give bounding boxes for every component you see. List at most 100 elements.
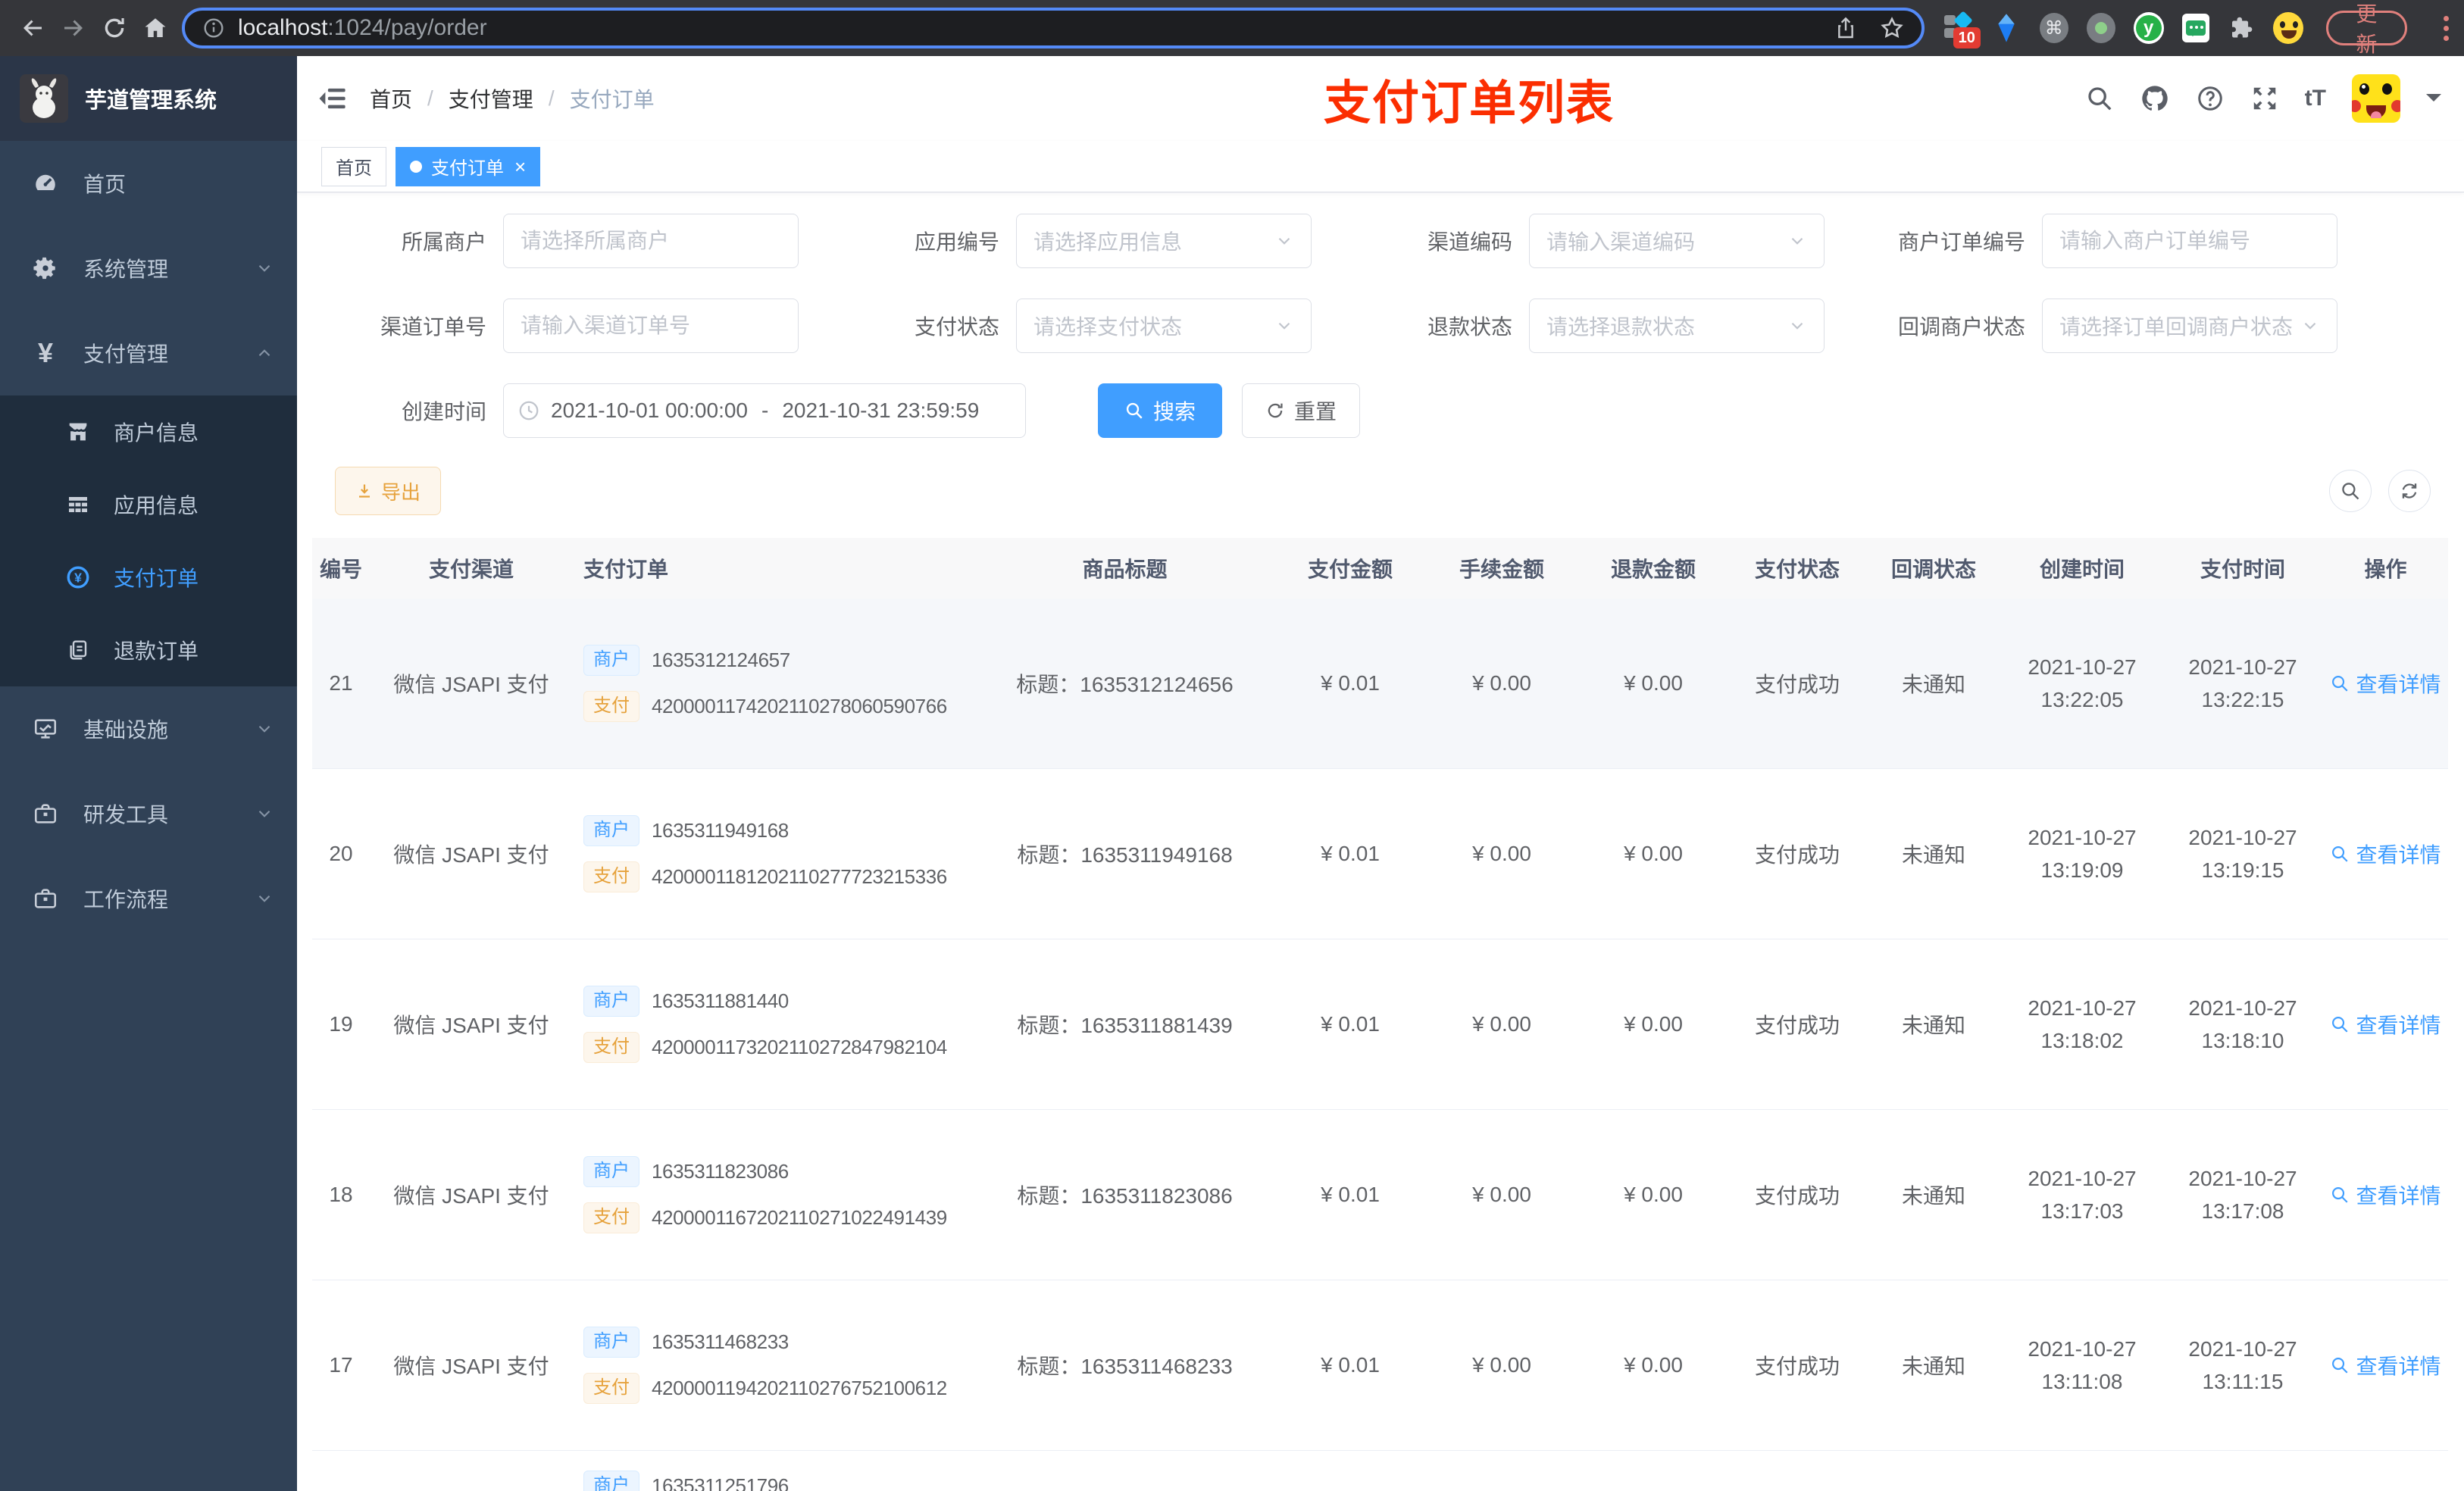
refresh-icon [1268, 403, 1283, 418]
table-row: 18 微信 JSAPI 支付 商户 1635311823086 支付 42000… [312, 1110, 2448, 1280]
cell-pay-channel: 微信 JSAPI 支付 [393, 673, 549, 696]
extension-kite-icon[interactable] [1991, 12, 2022, 44]
site-info-icon[interactable] [202, 16, 226, 40]
search-icon[interactable] [2085, 84, 2114, 113]
cell-fee-amount: ¥ 0.00 [1472, 842, 1531, 865]
view-detail-link[interactable]: 查看详情 [2330, 839, 2441, 869]
filter-channel-code: 渠道编码 请输入渠道编码 [1361, 214, 1825, 268]
cell-fee-amount: ¥ 0.00 [1472, 1012, 1531, 1036]
avatar-caret-icon[interactable] [2426, 94, 2441, 109]
extension-command-icon[interactable]: ⌘ [2039, 13, 2068, 43]
briefcase-icon [34, 889, 57, 908]
sidebar-item-pay-order[interactable]: ¥ 支付订单 [0, 541, 297, 614]
sidebar-item-pay-management[interactable]: ¥ 支付管理 [0, 311, 297, 395]
chevron-down-icon [2304, 322, 2316, 330]
table-row: 21 微信 JSAPI 支付 商户 1635312124657 支付 42000… [312, 599, 2448, 769]
help-icon[interactable] [2196, 84, 2225, 113]
cell-actions: 查看详情 [2323, 1180, 2448, 1210]
font-size-icon[interactable]: tT [2305, 86, 2326, 111]
bookmark-star-icon[interactable] [1879, 15, 1905, 41]
filter-app-no: 应用编号 请选择应用信息 [848, 214, 1312, 268]
tag-home[interactable]: 首页 [321, 146, 386, 186]
refund-status-select[interactable]: 请选择退款状态 [1529, 299, 1825, 353]
cell-pay-channel: 微信 JSAPI 支付 [393, 843, 549, 867]
col-pay-order: 支付订单 [583, 558, 669, 581]
extension-badge: 10 [1953, 27, 1981, 48]
sidebar-item-system[interactable]: 系统管理 [0, 226, 297, 311]
app-no-select[interactable]: 请选择应用信息 [1016, 214, 1312, 268]
search-button[interactable]: 搜索 [1098, 383, 1223, 438]
date-range-picker[interactable]: 2021-10-01 00:00:00 - 2021-10-31 23:59:5… [503, 383, 1026, 438]
browser-back-button[interactable] [12, 8, 53, 48]
table-row: 19 微信 JSAPI 支付 商户 1635311881440 支付 42000… [312, 939, 2448, 1110]
show-search-button[interactable] [2329, 470, 2372, 512]
browser-reload-button[interactable] [94, 8, 135, 48]
pay-management-submenu: 商户信息 应用信息 ¥ 支付订单 退款订单 [0, 395, 297, 686]
address-bar[interactable]: localhost:1024/pay/order [182, 8, 1925, 48]
merchant-input[interactable] [503, 214, 799, 268]
cell-callback-status: 未通知 [1901, 843, 1965, 867]
extension-tabs-icon[interactable]: 10 [1943, 11, 1981, 48]
sidebar-item-app-info[interactable]: 应用信息 [0, 468, 297, 541]
cell-pay-amount: ¥ 0.01 [1321, 1183, 1380, 1206]
merchant-tag: 商户 [583, 1327, 639, 1358]
sidebar-logo[interactable]: 芋道管理系统 [0, 56, 297, 141]
search-icon [2332, 1017, 2349, 1033]
breadcrumb-home[interactable]: 首页 [370, 83, 412, 114]
cell-pay-time: 2021-10-27 13:17:08 [2188, 1166, 2297, 1223]
channel-code-select[interactable]: 请输入渠道编码 [1529, 214, 1825, 268]
extension-y-icon[interactable]: y [2133, 12, 2164, 44]
sidebar-item-label: 支付订单 [114, 567, 199, 590]
view-detail-link[interactable]: 查看详情 [2330, 668, 2441, 699]
sidebar-item-dev-tools[interactable]: 研发工具 [0, 771, 297, 856]
cell-pay-channel: 微信 JSAPI 支付 [393, 1184, 549, 1208]
reset-button[interactable]: 重置 [1242, 383, 1361, 438]
cell-pay-amount: ¥ 0.01 [1321, 1353, 1380, 1377]
sidebar-item-refund-order[interactable]: 退款订单 [0, 614, 297, 686]
fullscreen-icon[interactable] [2250, 84, 2279, 113]
tag-pay-order[interactable]: 支付订单 × [396, 146, 541, 186]
user-avatar[interactable] [2352, 74, 2400, 123]
cell-pay-order: 商户 1635311881440 支付 42000011732021102728… [562, 986, 975, 1063]
merchant-order-no: 1635311881440 [652, 989, 789, 1012]
extension-record-icon[interactable] [2086, 13, 2115, 43]
cell-pay-amount: ¥ 0.01 [1321, 1012, 1380, 1036]
cell-pay-status: 支付成功 [1754, 1014, 1840, 1037]
browser-update-button[interactable]: 更新 [2325, 2, 2407, 56]
profile-emoji-avatar[interactable] [2272, 12, 2303, 44]
channel-pay-no: 4200001181202110277723215336 [652, 865, 947, 888]
extensions-puzzle-icon[interactable] [2228, 14, 2255, 42]
view-detail-link[interactable]: 查看详情 [2330, 1180, 2441, 1210]
breadcrumb-pay-management[interactable]: 支付管理 [449, 83, 533, 114]
browser-forward-button[interactable] [53, 8, 94, 48]
merchant-order-no-input[interactable] [2042, 214, 2337, 268]
sidebar-collapse-button[interactable] [297, 83, 355, 114]
tag-close-icon[interactable]: × [514, 157, 526, 177]
share-icon[interactable] [1834, 16, 1858, 40]
sidebar-item-label: 基础设施 [83, 718, 169, 742]
extension-chat-icon[interactable] [2181, 14, 2209, 42]
export-button-label: 导出 [381, 480, 421, 504]
filter-label: 渠道编码 [1427, 230, 1512, 254]
pay-status-select[interactable]: 请选择支付状态 [1016, 299, 1312, 353]
sidebar-item-infrastructure[interactable]: 基础设施 [0, 686, 297, 771]
view-detail-link[interactable]: 查看详情 [2330, 1350, 2441, 1380]
github-icon[interactable] [2140, 83, 2170, 114]
view-detail-link[interactable]: 查看详情 [2330, 1009, 2441, 1039]
refresh-table-button[interactable] [2388, 470, 2431, 512]
sidebar-item-workflow[interactable]: 工作流程 [0, 856, 297, 941]
sidebar-item-label: 退款订单 [114, 639, 199, 663]
search-icon [1126, 402, 1143, 419]
cell-create-time: 2021-10-27 13:11:08 [2028, 1336, 2137, 1393]
sidebar-item-home[interactable]: 首页 [0, 141, 297, 226]
page-content: 所属商户 应用编号 请选择应用信息 渠道编码 请输入渠道编码 [297, 192, 2464, 1491]
forward-arrow-icon [64, 20, 83, 36]
callback-status-select[interactable]: 请选择订单回调商户状态 [2042, 299, 2337, 353]
browser-menu-dots-icon[interactable] [2441, 13, 2452, 44]
reset-button-label: 重置 [1294, 400, 1337, 424]
channel-order-no-input[interactable] [503, 299, 799, 353]
cell-pay-time: 2021-10-27 13:18:10 [2188, 996, 2297, 1052]
browser-home-button[interactable] [135, 8, 176, 48]
export-button[interactable]: 导出 [335, 467, 442, 515]
sidebar-item-merchant-info[interactable]: 商户信息 [0, 395, 297, 468]
